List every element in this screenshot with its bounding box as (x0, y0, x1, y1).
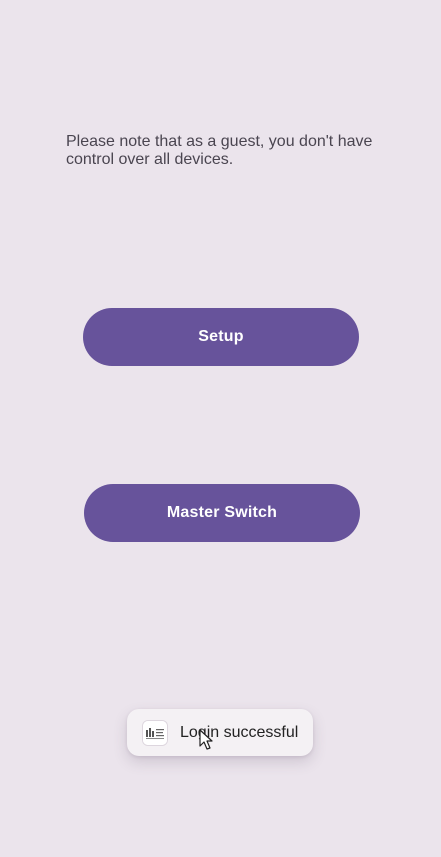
guest-notice-text: Please note that as a guest, you don't h… (66, 133, 373, 168)
mouse-pointer-icon (199, 729, 213, 750)
guest-home-screen: Please note that as a guest, you don't h… (0, 0, 441, 857)
app-logo-icon (143, 721, 167, 745)
toast-message: Login successful (180, 724, 299, 741)
setup-button[interactable]: Setup (83, 308, 359, 366)
master-switch-button[interactable]: Master Switch (84, 484, 360, 542)
login-toast: Login successful (127, 709, 313, 756)
